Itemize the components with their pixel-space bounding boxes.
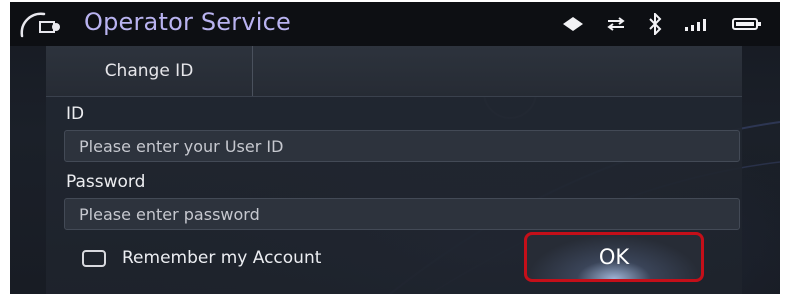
operator-service-screen: Operator Service Change ID ID Please ent… [10, 2, 780, 294]
bluetooth-icon [649, 13, 662, 35]
page-title: Operator Service [84, 8, 291, 36]
location-arrow-icon [563, 17, 583, 31]
status-bar: Operator Service [10, 2, 780, 46]
id-label: ID [66, 104, 85, 124]
operator-headset-icon [20, 12, 60, 38]
signal-strength-icon [685, 19, 706, 31]
remember-account-toggle[interactable]: Remember my Account [82, 246, 321, 270]
remember-label: Remember my Account [122, 248, 322, 268]
tab-change-id[interactable]: Change ID [46, 46, 253, 96]
battery-icon [732, 18, 761, 30]
user-id-input[interactable]: Please enter your User ID [64, 130, 740, 162]
password-label: Password [66, 172, 146, 192]
remember-checkbox[interactable] [82, 249, 106, 267]
data-transfer-icon [607, 17, 625, 31]
password-input[interactable]: Please enter password [64, 198, 740, 230]
status-icons [562, 12, 762, 36]
tab-bar: Change ID [46, 46, 742, 97]
ok-button[interactable]: OK [524, 232, 704, 282]
